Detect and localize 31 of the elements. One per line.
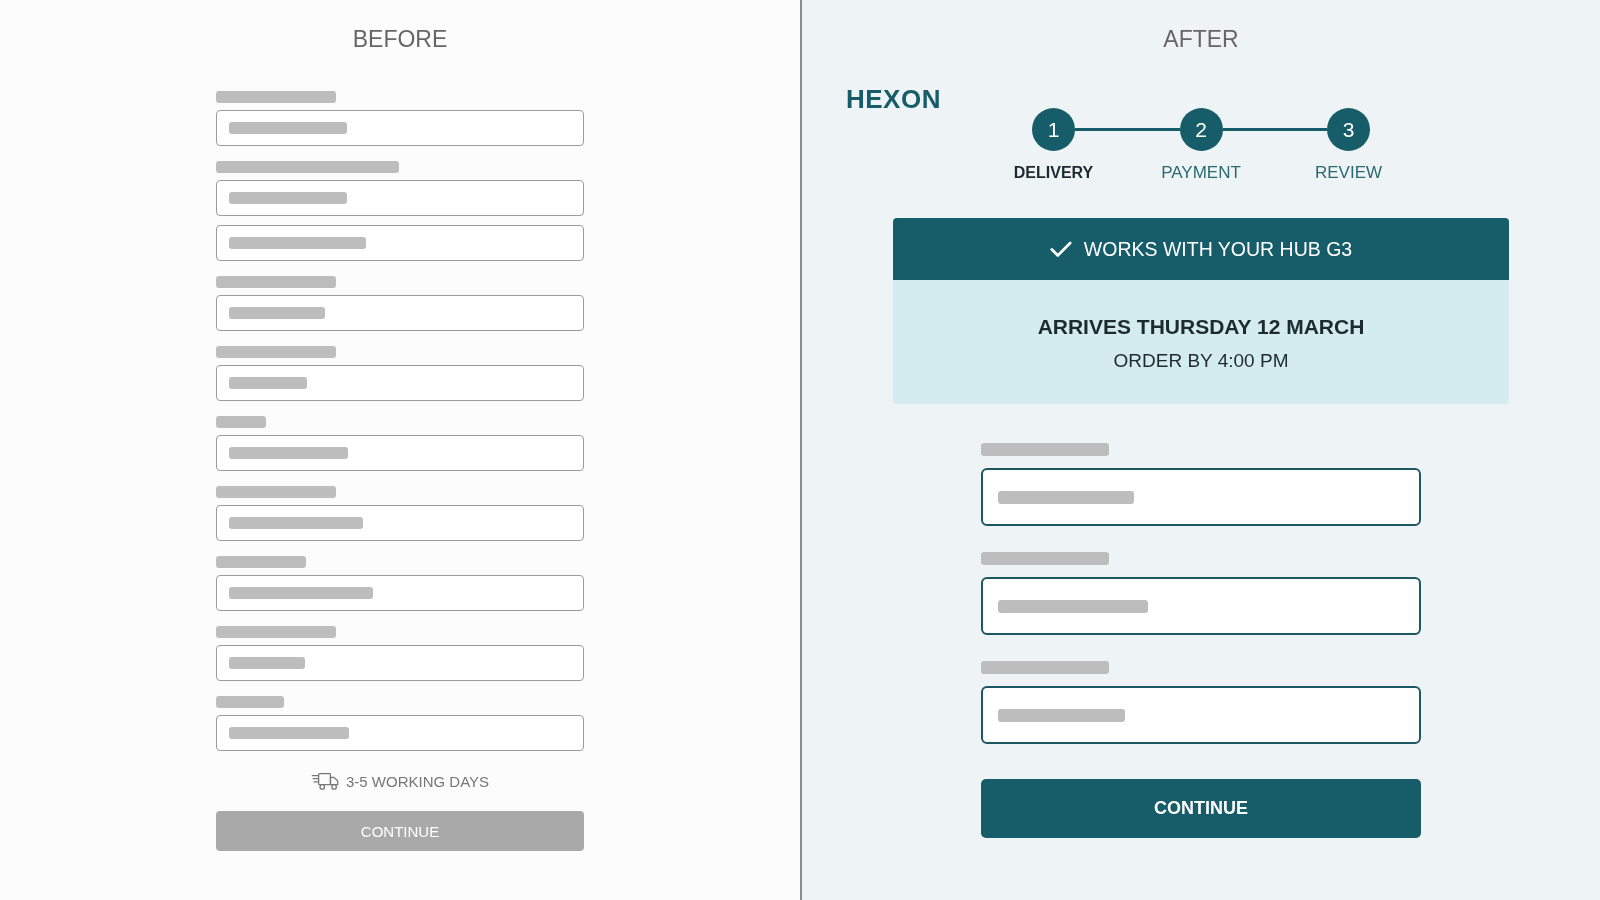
delivery-note: 3-5 WORKING DAYS bbox=[345, 772, 490, 790]
order-deadline: ORDER BY 4:00 PM bbox=[1113, 349, 1289, 373]
truck-icon bbox=[310, 771, 339, 791]
continue-button[interactable]: CONTINUE bbox=[981, 779, 1421, 838]
label-placeholder-bar bbox=[216, 696, 284, 708]
step-label: PAYMENT bbox=[1161, 163, 1241, 183]
banner-text: WORKS WITH YOUR HUB G3 bbox=[1083, 237, 1353, 261]
step-circle: 2 bbox=[1179, 108, 1223, 151]
brand-logo: HEXON bbox=[846, 86, 941, 113]
panel-title: BEFORE bbox=[352, 26, 448, 52]
step-label: DELIVERY bbox=[1013, 163, 1094, 183]
delivery-date: ARRIVES THURSDAY 12 MARCH bbox=[1037, 314, 1365, 340]
label-placeholder-bar bbox=[216, 416, 266, 428]
input-field[interactable] bbox=[216, 505, 584, 541]
input-field[interactable] bbox=[216, 435, 584, 471]
step-circle: 1 bbox=[1032, 108, 1075, 151]
input-field[interactable] bbox=[216, 180, 584, 216]
input-field[interactable] bbox=[216, 575, 584, 611]
input-field[interactable] bbox=[216, 225, 584, 261]
input-field[interactable] bbox=[981, 686, 1421, 744]
input-field[interactable] bbox=[216, 715, 584, 751]
input-field[interactable] bbox=[981, 577, 1421, 635]
check-icon bbox=[1049, 240, 1072, 258]
input-field[interactable] bbox=[216, 645, 584, 681]
input-field[interactable] bbox=[216, 295, 584, 331]
panel-title: AFTER bbox=[1163, 26, 1239, 52]
input-field[interactable] bbox=[216, 110, 584, 146]
input-field[interactable] bbox=[216, 365, 584, 401]
step-label: REVIEW bbox=[1314, 163, 1383, 183]
input-field[interactable] bbox=[981, 468, 1421, 526]
step-circle: 3 bbox=[1327, 108, 1370, 151]
